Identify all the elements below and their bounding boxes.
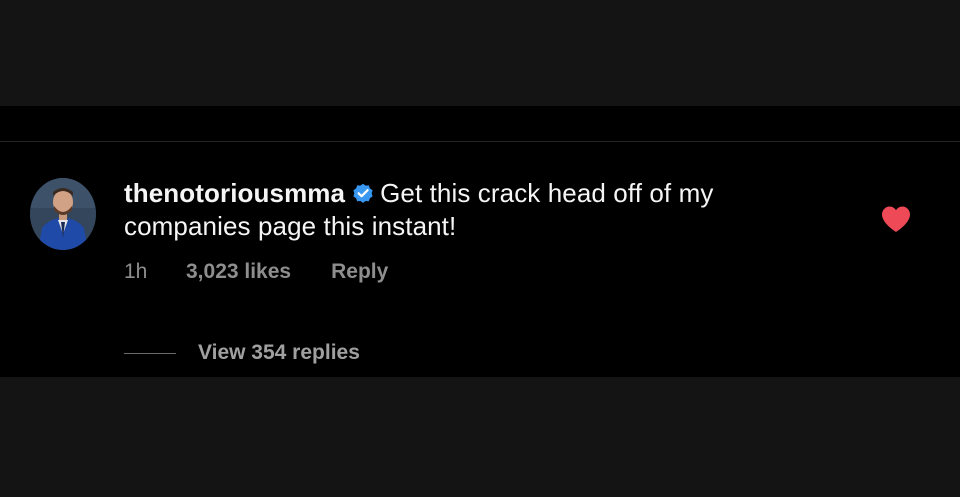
comment-timestamp: 1h [124,260,148,283]
avatar-image [30,178,96,250]
view-replies-label: View 354 replies [198,341,360,364]
likes-count-link[interactable]: 3,023 likes [186,258,291,286]
avatar[interactable] [30,178,96,250]
comment-panel: thenotoriousmma Get this crack head off … [0,106,960,377]
divider [0,141,960,142]
reply-button[interactable]: Reply [331,258,388,286]
page: thenotoriousmma Get this crack head off … [0,0,960,497]
replies-divider-line [124,352,176,354]
username-link[interactable]: thenotoriousmma [124,178,345,208]
comment-text-block: thenotoriousmma Get this crack head off … [124,177,824,243]
view-replies-button[interactable]: View 354 replies [124,339,360,367]
heart-icon[interactable] [880,205,912,233]
verified-badge-icon [353,183,373,203]
comment-meta: 1h 3,023 likes Reply [124,258,388,286]
